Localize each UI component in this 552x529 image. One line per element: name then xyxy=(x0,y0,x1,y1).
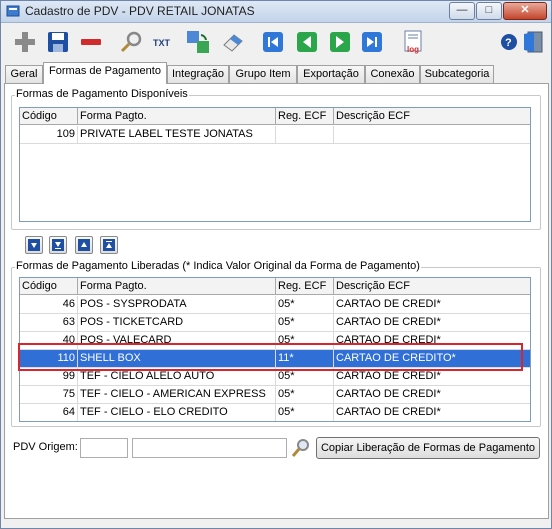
refresh-icon[interactable] xyxy=(185,29,211,55)
next-icon[interactable] xyxy=(327,29,353,55)
cell-codigo: 63 xyxy=(20,314,78,332)
save-icon[interactable] xyxy=(45,29,71,55)
last-icon[interactable] xyxy=(359,29,385,55)
tab-conexao[interactable]: Conexão xyxy=(365,65,420,83)
tab-integracao[interactable]: Integração xyxy=(167,65,229,83)
cell-reg-ecf: 05* xyxy=(276,404,334,421)
col-codigo[interactable]: Código xyxy=(20,108,78,125)
app-icon xyxy=(6,5,20,17)
pdv-register-window: Cadastro de PDV - PDV RETAIL JONATAS — □… xyxy=(0,0,552,529)
minimize-button[interactable]: — xyxy=(449,2,475,20)
log-icon[interactable]: log xyxy=(401,29,427,55)
remove-icon[interactable] xyxy=(78,29,104,55)
svg-text:TXT: TXT xyxy=(153,38,171,48)
maximize-button[interactable]: □ xyxy=(476,2,502,20)
pdv-origem-code-input[interactable] xyxy=(80,438,128,458)
cell-descricao-ecf: CARTAO DE CREDI* xyxy=(336,316,441,328)
close-button[interactable]: ✕ xyxy=(503,2,547,20)
pdv-origem-label: PDV Origem: xyxy=(13,441,78,453)
first-icon[interactable] xyxy=(260,29,286,55)
svg-text:log: log xyxy=(407,45,419,54)
txt-icon[interactable]: TXT xyxy=(151,29,177,55)
col-reg-ecf[interactable]: Reg. ECF xyxy=(276,108,334,125)
move-all-down-button[interactable] xyxy=(49,236,67,254)
col-descricao-ecf[interactable]: Descrição ECF xyxy=(334,278,529,295)
window-title: Cadastro de PDV - PDV RETAIL JONATAS xyxy=(25,4,255,18)
cell-reg-ecf xyxy=(276,126,334,144)
move-all-up-button[interactable] xyxy=(100,236,118,254)
title-bar: Cadastro de PDV - PDV RETAIL JONATAS — □… xyxy=(1,1,551,23)
pdv-origem-name-input[interactable] xyxy=(132,438,287,458)
cell-reg-ecf: 05* xyxy=(276,386,334,404)
tab-exportacao[interactable]: Exportação xyxy=(297,65,365,83)
cell-descricao-ecf xyxy=(334,126,529,144)
cell-codigo: 64 xyxy=(20,404,78,421)
cell-forma-pagto: TEF - CIELO - ELO CREDITO xyxy=(78,404,276,421)
exit-icon[interactable] xyxy=(520,29,546,55)
cell-descricao-ecf: CARTAO DE CREDI* xyxy=(336,406,441,418)
table-row[interactable]: 75 TEF - CIELO - AMERICAN EXPRESS 05* CA… xyxy=(20,386,530,404)
help-icon[interactable]: ? xyxy=(496,29,522,55)
cell-descricao-ecf: CARTAO DE CREDI* xyxy=(336,298,441,310)
cell-reg-ecf: 05* xyxy=(276,296,334,314)
eraser-icon[interactable] xyxy=(220,29,246,55)
table-row[interactable]: 63 POS - TICKETCARD 05* CARTAO DE CREDI* xyxy=(20,314,530,332)
grid-header: Código Forma Pagto. Reg. ECF Descrição E… xyxy=(20,278,530,295)
move-up-button[interactable] xyxy=(75,236,93,254)
add-icon[interactable] xyxy=(12,29,38,55)
toolbar: TXT log ? xyxy=(1,24,551,60)
table-row[interactable]: 64 TEF - CIELO - ELO CREDITO 05* CARTAO … xyxy=(20,404,530,421)
available-payments-group: Formas de Pagamento Disponíveis Código F… xyxy=(11,88,541,230)
col-descricao-ecf[interactable]: Descrição ECF xyxy=(334,108,529,125)
arrow-up-all-icon xyxy=(103,239,115,251)
cell-forma-pagto: POS - TICKETCARD xyxy=(78,314,276,332)
col-codigo[interactable]: Código xyxy=(20,278,78,295)
tab-subcategoria[interactable]: Subcategoria xyxy=(420,65,494,83)
tab-bar: Geral Formas de Pagamento Integração Gru… xyxy=(3,62,549,84)
search-icon[interactable] xyxy=(290,437,312,459)
col-forma-pagto[interactable]: Forma Pagto. xyxy=(78,278,276,295)
move-down-button[interactable] xyxy=(25,236,43,254)
cell-descricao-ecf: CARTAO DE CREDI* xyxy=(336,388,441,400)
cell-codigo: 109 xyxy=(20,126,78,144)
col-forma-pagto[interactable]: Forma Pagto. xyxy=(78,108,276,125)
copy-payment-release-button[interactable]: Copiar Liberação de Formas de Pagamento xyxy=(316,437,540,459)
col-reg-ecf[interactable]: Reg. ECF xyxy=(276,278,334,295)
arrow-up-icon xyxy=(78,239,90,251)
previous-icon[interactable] xyxy=(294,29,320,55)
table-row[interactable]: 109 PRIVATE LABEL TESTE JONATAS xyxy=(20,126,530,144)
tab-grupo-item[interactable]: Grupo Item xyxy=(229,65,297,83)
tab-formas-de-pagamento[interactable]: Formas de Pagamento xyxy=(43,62,167,84)
cell-forma-pagto: POS - SYSPRODATA xyxy=(78,296,276,314)
search-icon[interactable] xyxy=(119,29,145,55)
available-payments-grid[interactable]: Código Forma Pagto. Reg. ECF Descrição E… xyxy=(19,107,531,222)
grid-header: Código Forma Pagto. Reg. ECF Descrição E… xyxy=(20,108,530,125)
cell-forma-pagto: PRIVATE LABEL TESTE JONATAS xyxy=(78,126,276,144)
cell-forma-pagto: TEF - CIELO - AMERICAN EXPRESS xyxy=(78,386,276,404)
available-payments-title: Formas de Pagamento Disponíveis xyxy=(15,88,189,100)
cell-reg-ecf: 05* xyxy=(276,314,334,332)
table-row[interactable]: 46 POS - SYSPRODATA 05* CARTAO DE CREDI* xyxy=(20,296,530,314)
tab-geral[interactable]: Geral xyxy=(5,65,43,83)
payment-methods-panel: Formas de Pagamento Disponíveis Código F… xyxy=(4,83,549,519)
cell-codigo: 46 xyxy=(20,296,78,314)
arrow-down-icon xyxy=(28,239,40,251)
svg-text:?: ? xyxy=(505,37,512,49)
released-payments-title: Formas de Pagamento Liberadas (* Indica … xyxy=(15,260,421,272)
selection-highlight xyxy=(18,343,523,371)
cell-codigo: 75 xyxy=(20,386,78,404)
arrow-down-all-icon xyxy=(52,239,64,251)
